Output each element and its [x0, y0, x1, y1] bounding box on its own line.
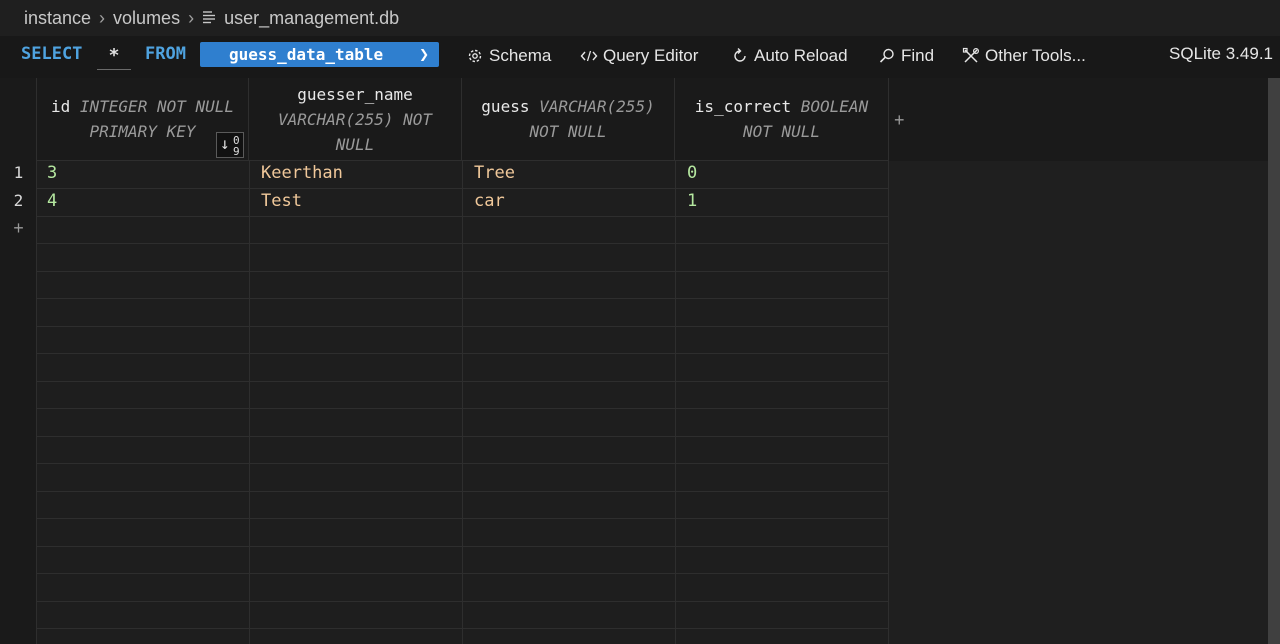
- table-select-value: guess_data_table: [229, 45, 384, 64]
- breadcrumb-item-file[interactable]: user_management.db: [224, 8, 399, 29]
- column-divider: [249, 161, 250, 644]
- cell-guess[interactable]: car: [474, 191, 505, 211]
- cell-guesser-name[interactable]: Test: [261, 191, 302, 211]
- column-type: VARCHAR(255) NOT: [277, 109, 433, 129]
- column-type: PRIMARY KEY: [89, 122, 196, 141]
- column-name: guesser_name: [297, 84, 413, 104]
- row-divider: [37, 298, 889, 299]
- breadcrumb-item-instance[interactable]: instance: [24, 8, 91, 29]
- row-divider: [37, 381, 889, 382]
- row-divider: [37, 216, 889, 217]
- scrollbar-thumb[interactable]: [1268, 78, 1280, 644]
- row-number[interactable]: 2: [0, 191, 37, 210]
- auto-reload-button[interactable]: Auto Reload: [731, 46, 848, 66]
- column-name: is_correct: [694, 97, 792, 116]
- column-type: NOT NULL: [529, 122, 607, 141]
- column-header-guess[interactable]: guess VARCHAR(255) NOT NULL: [462, 78, 675, 161]
- row-divider: [37, 491, 889, 492]
- chevron-right-icon: ›: [99, 7, 106, 28]
- column-divider: [675, 161, 676, 644]
- column-divider: [888, 161, 889, 644]
- row-divider: [37, 628, 889, 629]
- cell-is-correct[interactable]: 1: [687, 191, 697, 211]
- column-name: guess: [481, 97, 530, 116]
- row-divider: [37, 601, 889, 602]
- row-divider: [37, 408, 889, 409]
- grid-body: [37, 161, 889, 644]
- other-tools-button[interactable]: Other Tools...: [962, 46, 1086, 66]
- query-toolbar: SELECT * FROM guess_data_table ❯ Schema …: [0, 36, 1280, 78]
- row-divider: [37, 188, 889, 189]
- arrow-down-icon: ↓: [220, 134, 230, 153]
- schema-label: Schema: [489, 46, 552, 65]
- row-divider: [37, 518, 889, 519]
- code-icon: [580, 50, 598, 62]
- refresh-icon: [734, 48, 746, 62]
- cell-guess[interactable]: Tree: [474, 163, 515, 183]
- columns-input[interactable]: *: [97, 42, 131, 70]
- column-type: INTEGER NOT NULL: [79, 97, 235, 116]
- column-name: id: [50, 97, 71, 116]
- chevron-right-icon: ›: [188, 7, 195, 28]
- row-number[interactable]: 1: [0, 163, 37, 182]
- row-divider: [37, 353, 889, 354]
- schema-button[interactable]: Schema: [466, 46, 551, 66]
- from-keyword: FROM: [145, 44, 186, 64]
- search-icon: [879, 48, 894, 63]
- column-type: BOOLEAN: [800, 97, 869, 116]
- row-divider: [37, 546, 889, 547]
- row-divider: [37, 573, 889, 574]
- query-editor-button[interactable]: Query Editor: [580, 46, 698, 66]
- table-select[interactable]: guess_data_table ❯: [200, 42, 439, 67]
- grid-empty-area: [889, 161, 1268, 644]
- other-tools-label: Other Tools...: [985, 46, 1086, 65]
- row-divider: [37, 271, 889, 272]
- add-column-button[interactable]: +: [894, 110, 905, 131]
- row-divider: [37, 463, 889, 464]
- column-type: NULL: [335, 134, 375, 154]
- column-type: NOT NULL: [742, 122, 821, 141]
- cell-is-correct[interactable]: 0: [687, 163, 697, 183]
- query-editor-label: Query Editor: [603, 46, 699, 65]
- cell-guesser-name[interactable]: Keerthan: [261, 163, 343, 183]
- breadcrumb: instance › volumes › user_management.db: [0, 0, 1280, 36]
- find-label: Find: [901, 46, 935, 65]
- chevron-down-icon: ❯: [418, 47, 429, 61]
- breadcrumb-item-volumes[interactable]: volumes: [113, 8, 180, 29]
- cell-id[interactable]: 3: [47, 163, 57, 183]
- data-grid: id INTEGER NOT NULL PRIMARY KEY ↓ 0 9 gu…: [0, 78, 1268, 644]
- file-lines-icon: [203, 11, 216, 24]
- row-divider: [37, 436, 889, 437]
- find-button[interactable]: Find: [878, 46, 934, 66]
- cell-id[interactable]: 4: [47, 191, 57, 211]
- gear-icon: [468, 49, 482, 63]
- column-header-guesser-name[interactable]: guesser_name VARCHAR(255) NOT NULL: [249, 78, 462, 161]
- column-header-id[interactable]: id INTEGER NOT NULL PRIMARY KEY ↓ 0 9: [37, 78, 249, 161]
- sqlite-version: SQLite 3.49.1: [1169, 44, 1273, 63]
- column-header-is-correct[interactable]: is_correct BOOLEAN NOT NULL: [675, 78, 889, 161]
- row-divider: [37, 243, 889, 244]
- tools-icon: [962, 47, 980, 63]
- sort-badge-bottom: 9: [233, 145, 240, 158]
- column-type: VARCHAR(255): [539, 97, 655, 116]
- add-row-button[interactable]: +: [0, 218, 37, 239]
- sort-ascending-icon[interactable]: ↓ 0 9: [216, 132, 244, 158]
- select-keyword: SELECT: [21, 44, 83, 64]
- auto-reload-label: Auto Reload: [754, 46, 848, 65]
- column-divider: [462, 161, 463, 644]
- row-divider: [37, 326, 889, 327]
